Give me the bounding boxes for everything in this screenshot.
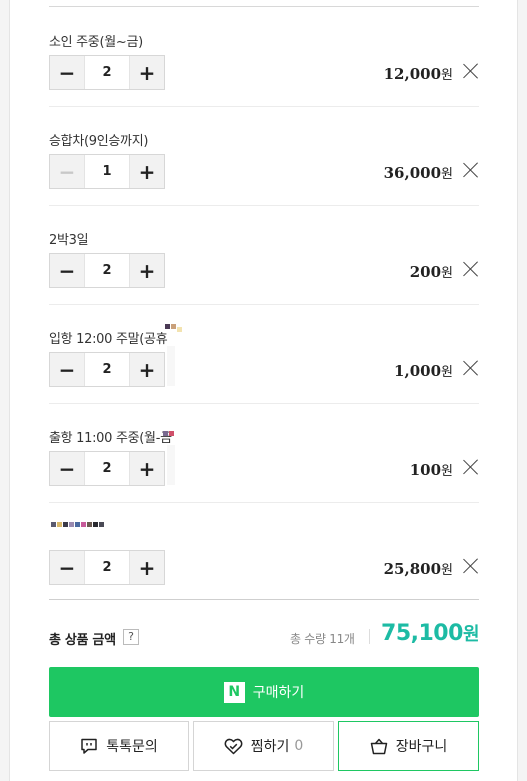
option-price: 12,000원 bbox=[384, 64, 453, 83]
price-value: 100 bbox=[409, 461, 442, 479]
currency-unit: 원 bbox=[441, 464, 453, 479]
total-quantity: 총 수량 11개 bbox=[290, 630, 355, 647]
quantity-stepper: − 1 + bbox=[49, 154, 165, 189]
increase-button[interactable]: + bbox=[130, 452, 164, 485]
currency-unit: 원 bbox=[441, 68, 453, 83]
decrease-button[interactable]: − bbox=[50, 452, 84, 485]
close-icon[interactable] bbox=[463, 459, 479, 475]
overlay-fragment bbox=[167, 445, 175, 485]
quantity-value[interactable]: 2 bbox=[84, 452, 130, 485]
increase-button[interactable]: + bbox=[130, 254, 164, 287]
item-divider bbox=[49, 106, 479, 107]
option-item: − 2 + 25,800원 bbox=[49, 502, 479, 601]
buy-button[interactable]: N 구매하기 bbox=[49, 667, 479, 717]
quantity-stepper: − 2 + bbox=[49, 55, 165, 90]
quantity-stepper: − 2 + bbox=[49, 550, 165, 585]
obscured-text bbox=[163, 423, 175, 436]
total-divider-vertical bbox=[369, 629, 370, 644]
overlay-fragment bbox=[167, 346, 175, 386]
heart-check-icon bbox=[224, 738, 243, 754]
total-divider bbox=[49, 599, 479, 600]
currency-unit: 원 bbox=[441, 266, 453, 281]
decrease-button[interactable]: − bbox=[50, 353, 84, 386]
cart-label: 장바구니 bbox=[395, 739, 448, 755]
option-name: 소인 주중(월~금) bbox=[49, 35, 143, 50]
total-label: 총 상품 금액 bbox=[49, 633, 116, 648]
item-divider bbox=[49, 403, 479, 404]
option-price: 36,000원 bbox=[384, 163, 453, 182]
increase-button[interactable]: + bbox=[130, 56, 164, 89]
total-currency-unit: 원 bbox=[462, 624, 480, 645]
buy-button-label: 구매하기 bbox=[252, 685, 305, 701]
item-divider bbox=[49, 205, 479, 206]
shopping-bag-icon bbox=[370, 738, 387, 754]
currency-unit: 원 bbox=[441, 365, 453, 380]
option-item: 승합차(9인승까지) − 1 + 36,000원 bbox=[49, 106, 479, 205]
currency-unit: 원 bbox=[441, 167, 453, 182]
price-value: 1,000 bbox=[394, 362, 442, 380]
close-icon[interactable] bbox=[463, 360, 479, 376]
item-divider bbox=[49, 304, 479, 305]
decrease-button[interactable]: − bbox=[50, 155, 84, 188]
item-divider bbox=[49, 502, 479, 503]
decrease-button[interactable]: − bbox=[50, 254, 84, 287]
option-item: 소인 주중(월~금) − 2 + 12,000원 bbox=[49, 7, 479, 106]
close-icon[interactable] bbox=[463, 63, 479, 79]
close-icon[interactable] bbox=[463, 558, 479, 574]
obscured-text bbox=[51, 514, 105, 527]
total-quantity-label: 총 수량 bbox=[290, 632, 326, 646]
increase-button[interactable]: + bbox=[130, 155, 164, 188]
naver-pay-logo-icon: N bbox=[223, 681, 245, 703]
quantity-stepper: − 2 + bbox=[49, 451, 165, 486]
option-price: 200원 bbox=[410, 262, 453, 281]
cart-button[interactable]: 장바구니 bbox=[338, 721, 479, 771]
option-name: 승합차(9인승까지) bbox=[49, 134, 149, 149]
total-quantity-value: 11개 bbox=[329, 632, 355, 646]
close-icon[interactable] bbox=[463, 162, 479, 178]
zzim-count: 0 bbox=[294, 738, 304, 754]
close-icon[interactable] bbox=[463, 261, 479, 277]
quantity-stepper: − 2 + bbox=[49, 253, 165, 288]
quantity-value[interactable]: 2 bbox=[84, 353, 130, 386]
obscured-text bbox=[165, 316, 183, 332]
price-value: 25,800 bbox=[383, 560, 442, 578]
chat-bubble-icon bbox=[81, 738, 97, 754]
option-item: 출항 11:00 주중(월-금 − 2 + 100원 bbox=[49, 403, 479, 502]
zzim-button[interactable]: 찜하기 0 bbox=[193, 721, 334, 771]
price-value: 12,000 bbox=[383, 65, 442, 83]
quantity-value[interactable]: 1 bbox=[84, 155, 130, 188]
total-price: 75,100원 bbox=[381, 620, 479, 646]
price-value: 36,000 bbox=[383, 164, 442, 182]
total-price-value: 75,100 bbox=[381, 621, 463, 646]
quantity-value[interactable]: 2 bbox=[84, 254, 130, 287]
option-name: 2박3일 bbox=[49, 233, 89, 248]
option-price: 1,000원 bbox=[394, 361, 453, 380]
help-icon[interactable]: ? bbox=[123, 629, 139, 645]
currency-unit: 원 bbox=[441, 563, 453, 578]
option-name: 출항 11:00 주중(월-금 bbox=[49, 431, 172, 446]
option-price: 25,800원 bbox=[384, 559, 453, 578]
price-value: 200 bbox=[409, 263, 442, 281]
decrease-button[interactable]: − bbox=[50, 551, 84, 584]
quantity-stepper: − 2 + bbox=[49, 352, 165, 387]
option-price: 100원 bbox=[410, 460, 453, 479]
option-name: 입항 12:00 주말(공휴 bbox=[49, 332, 168, 347]
quantity-value[interactable]: 2 bbox=[84, 551, 130, 584]
option-item: 2박3일 − 2 + 200원 bbox=[49, 205, 479, 304]
increase-button[interactable]: + bbox=[130, 353, 164, 386]
decrease-button[interactable]: − bbox=[50, 56, 84, 89]
increase-button[interactable]: + bbox=[130, 551, 164, 584]
zzim-label: 찜하기 bbox=[250, 739, 290, 755]
talk-inquiry-label: 톡톡문의 bbox=[106, 739, 158, 755]
talk-inquiry-button[interactable]: 톡톡문의 bbox=[49, 721, 189, 771]
option-item: 입항 12:00 주말(공휴 − 2 + 1,000원 bbox=[49, 304, 479, 403]
quantity-value[interactable]: 2 bbox=[84, 56, 130, 89]
